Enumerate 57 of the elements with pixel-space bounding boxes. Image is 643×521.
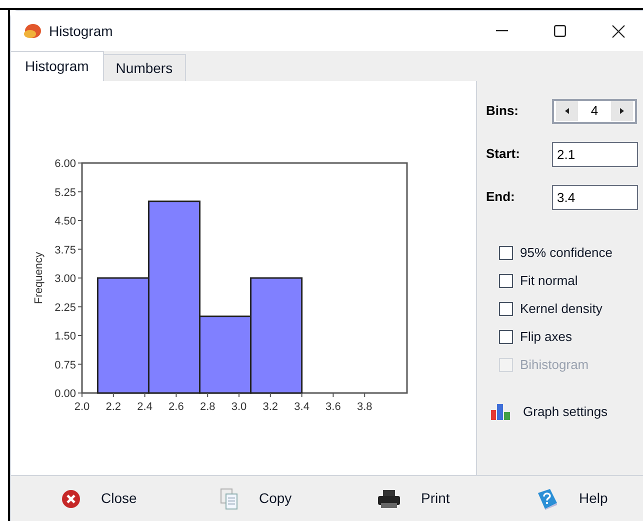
x-tick-label: 3.2 [262,401,278,413]
field-label: End: [486,188,516,206]
checkbox[interactable] [499,302,513,316]
y-axis-label: Frequency [33,252,45,304]
y-tick-label: 4.50 [54,216,76,228]
y-tick-label: 2.25 [54,302,76,314]
graph-settings-button[interactable]: Graph settings [491,402,608,422]
minimize-icon [496,30,508,32]
x-tick-label: 2.6 [168,401,184,413]
help-book-icon [535,488,559,510]
increment-button[interactable] [611,101,633,121]
y-tick-label: 6.00 [54,158,76,170]
right-arrow-icon [620,108,624,114]
copy-button[interactable]: Copy [169,488,327,510]
x-tick-label: 2.8 [200,401,216,413]
tab[interactable]: Numbers [104,54,186,81]
left-arrow-icon [565,108,569,114]
x-tick-label: 3.6 [326,401,341,413]
printer-icon [377,488,401,508]
x-tick-label: 3.8 [356,401,372,413]
checkbox-label: Bihistogram [520,356,589,374]
checkbox-label: 95% confidence [520,244,613,262]
checkbox[interactable] [499,274,513,288]
close-icon [612,24,624,38]
close-icon [61,488,81,508]
y-tick-label: 0.00 [54,388,76,400]
y-tick-label: 5.25 [54,186,76,199]
y-tick-label: 0.75 [54,359,76,372]
print-button[interactable]: Print [327,488,485,509]
checkbox[interactable] [499,246,513,260]
x-tick-label: 3.4 [294,401,310,413]
bar-chart-icon [491,404,511,420]
checkbox[interactable] [499,330,513,344]
help-button[interactable]: Help [485,488,643,510]
window-title: Histogram [49,22,113,41]
x-tick-label: 2.4 [137,401,152,413]
maximize-icon [554,25,566,37]
y-tick-label: 3.00 [54,273,76,285]
close-button[interactable]: Close [11,488,169,509]
tab[interactable]: Histogram [11,51,104,81]
y-tick-label: 1.50 [54,330,76,342]
y-tick-label: 3.75 [54,244,76,256]
x-tick-label: 2.0 [74,401,90,413]
x-tick-label: 3.0 [231,401,247,413]
decrement-button[interactable] [556,101,578,121]
input-field[interactable]: 3.4 [552,184,638,210]
app-logo-icon [23,23,41,39]
field-label: Start: [486,145,521,164]
bins-label: Bins: [486,102,520,120]
checkbox-label: Kernel density [520,300,602,318]
bins-spinner[interactable]: 4 [552,98,637,124]
copy-icon [219,488,239,510]
checkbox-label: Fit normal [520,272,578,290]
input-field[interactable]: 2.1 [552,142,638,166]
bins-value: 4 [590,102,600,120]
x-tick-label: 2.2 [106,401,122,413]
checkbox-label: Flip axes [520,328,572,346]
